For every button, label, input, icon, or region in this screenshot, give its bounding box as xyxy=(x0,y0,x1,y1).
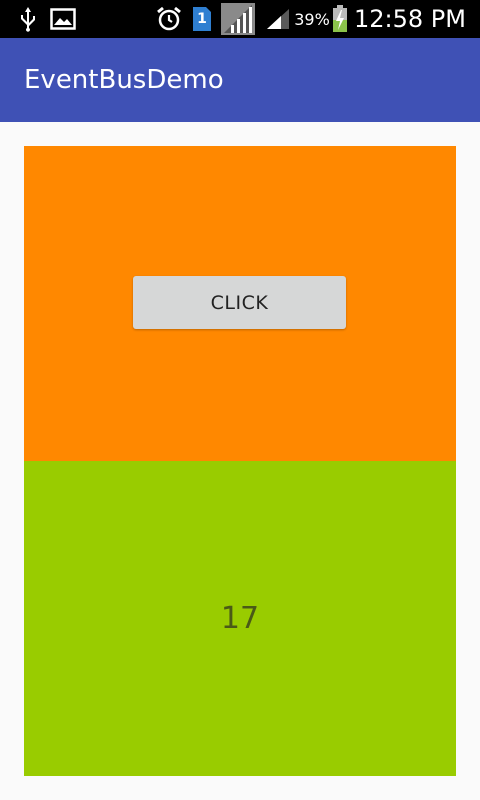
app-title: EventBusDemo xyxy=(24,65,224,95)
alarm-icon xyxy=(154,0,184,38)
app-bar: EventBusDemo xyxy=(0,38,480,122)
status-bar: 1 39% 12:58 PM xyxy=(0,0,480,38)
no-signal-icon xyxy=(220,0,256,38)
click-button[interactable]: CLICK xyxy=(133,276,346,329)
battery-percent-container: 39% xyxy=(294,0,330,38)
usb-icon xyxy=(14,0,42,38)
signal-icon xyxy=(264,0,292,38)
status-time: 12:58 PM xyxy=(354,5,466,33)
image-icon xyxy=(48,0,78,38)
main-content: CLICK 17 xyxy=(0,122,480,800)
sim-slot-number: 1 xyxy=(197,11,207,27)
battery-charging-icon xyxy=(330,0,350,38)
sim-card-icon: 1 xyxy=(190,0,214,38)
time-container: 12:58 PM xyxy=(354,0,476,38)
bottom-panel: 17 xyxy=(24,461,456,776)
counter-value: 17 xyxy=(220,601,260,636)
top-panel: CLICK xyxy=(24,146,456,461)
battery-percent: 39% xyxy=(294,9,330,29)
